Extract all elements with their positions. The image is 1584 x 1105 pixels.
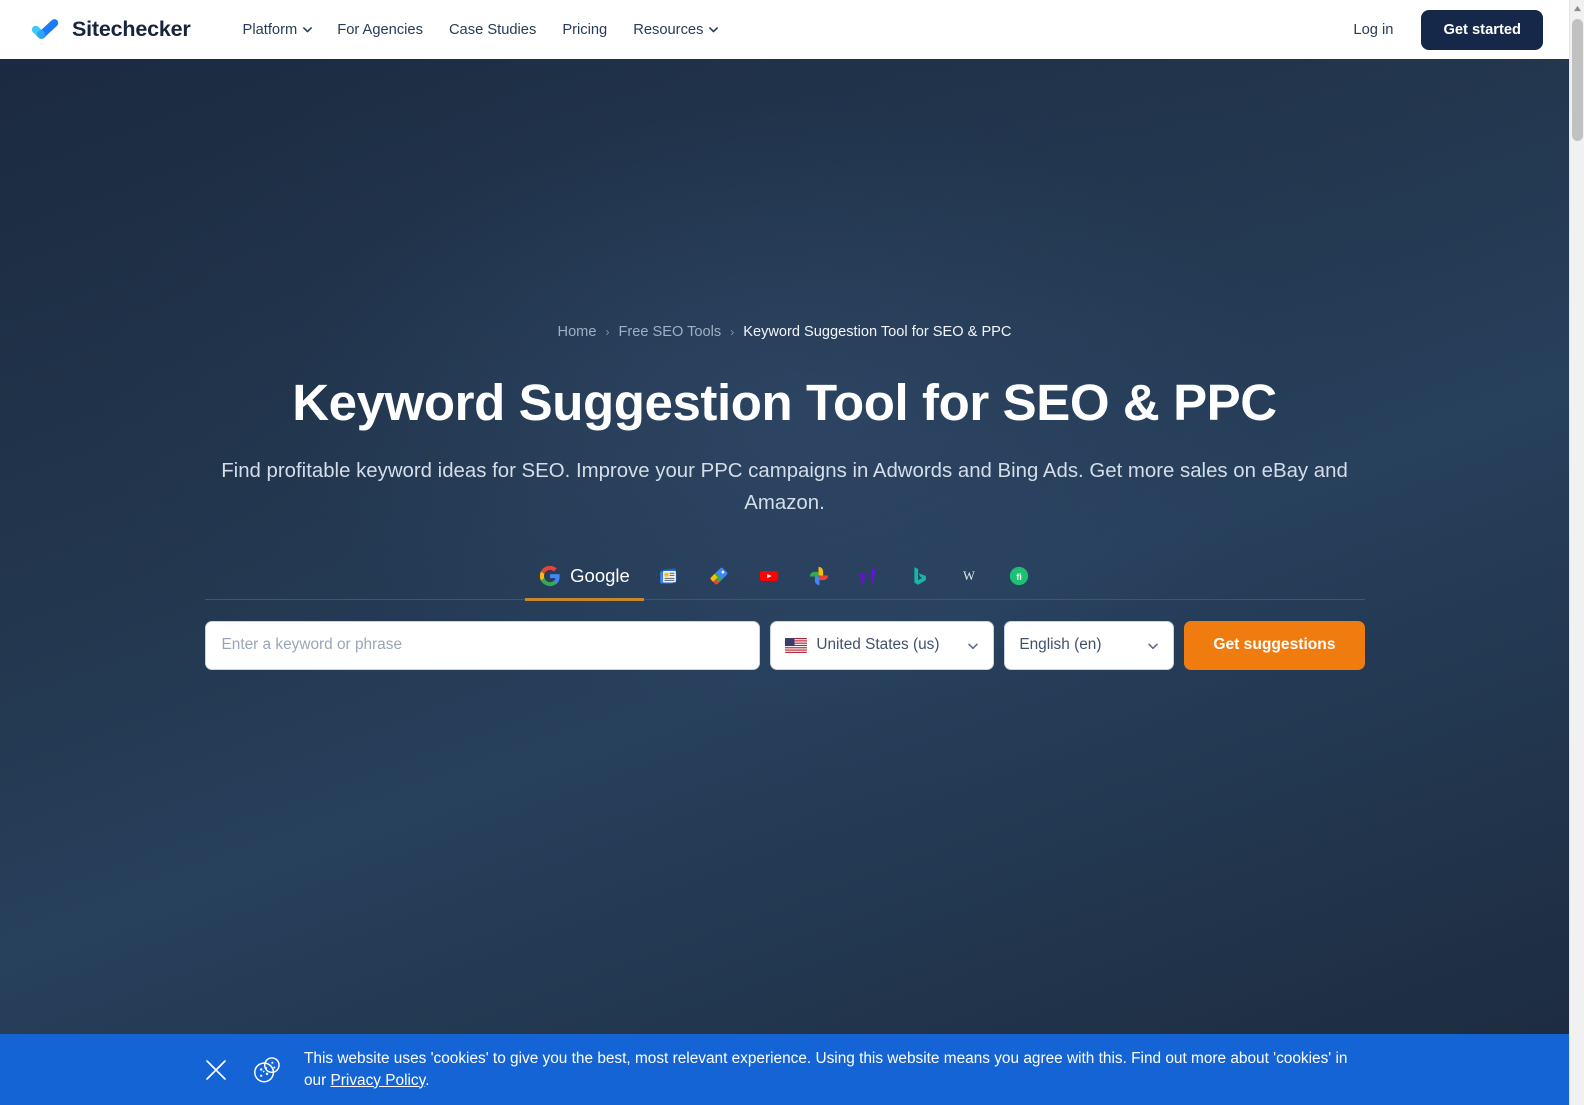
tab-bing[interactable] <box>894 559 944 601</box>
cookie-text-before: This website uses 'cookies' to give you … <box>304 1049 1348 1089</box>
language-select-value: English (en) <box>1019 636 1102 654</box>
svg-text:W: W <box>963 569 975 583</box>
tab-fiverr[interactable]: fi <box>994 559 1044 601</box>
breadcrumb-separator-icon: › <box>730 325 735 339</box>
google-news-icon <box>658 565 680 587</box>
wikipedia-icon: W <box>958 565 980 587</box>
scrollbar-thumb[interactable] <box>1572 19 1583 141</box>
nav-item-label: Resources <box>633 21 704 38</box>
chevron-down-icon <box>967 639 979 651</box>
nav-item-label: Platform <box>242 21 298 38</box>
hero-section: Home › Free SEO Tools › Keyword Suggesti… <box>0 59 1569 1035</box>
privacy-policy-link[interactable]: Privacy Policy <box>331 1072 426 1089</box>
get-started-button[interactable]: Get started <box>1421 9 1543 50</box>
brand-name: Sitechecker <box>72 17 191 41</box>
hero-content: Home › Free SEO Tools › Keyword Suggesti… <box>204 59 1365 670</box>
yahoo-icon: y <box>858 565 880 587</box>
chevron-down-icon <box>1147 639 1159 651</box>
breadcrumb-current: Keyword Suggestion Tool for SEO & PPC <box>743 324 1012 340</box>
brand-logo-link[interactable]: Sitechecker <box>31 15 191 45</box>
tab-label-google: Google <box>570 564 630 586</box>
tab-google-photos[interactable] <box>794 559 844 601</box>
page-root: Sitechecker Platform For Agencies Case S… <box>0 0 1584 1105</box>
cookie-consent-banner: This website uses 'cookies' to give you … <box>0 1034 1569 1105</box>
google-photos-icon <box>808 565 830 587</box>
country-select-value: United States (us) <box>816 636 940 654</box>
chevron-down-icon <box>708 24 719 33</box>
tab-google[interactable]: Google <box>525 559 644 601</box>
nav-item-case-studies[interactable]: Case Studies <box>449 22 536 38</box>
tab-wikipedia[interactable]: W <box>944 559 994 601</box>
bing-icon <box>908 565 930 587</box>
nav-item-pricing[interactable]: Pricing <box>562 22 607 38</box>
breadcrumb: Home › Free SEO Tools › Keyword Suggesti… <box>205 324 1365 340</box>
chevron-down-icon <box>302 24 313 33</box>
tab-youtube[interactable] <box>744 559 794 601</box>
tab-google-shopping[interactable] <box>694 559 744 601</box>
cookie-icon <box>251 1053 284 1086</box>
header-actions: Log in Get started <box>1353 9 1543 50</box>
cookie-text: This website uses 'cookies' to give you … <box>304 1048 1372 1092</box>
search-input[interactable] <box>204 620 761 670</box>
cookie-text-after: . <box>425 1071 430 1089</box>
nav-item-for-agencies[interactable]: For Agencies <box>337 22 423 38</box>
nav-item-label: Pricing <box>562 21 608 38</box>
google-icon <box>539 565 561 587</box>
nav-item-platform[interactable]: Platform <box>242 21 313 38</box>
main-nav: Platform For Agencies Case Studies Prici… <box>242 21 719 38</box>
us-flag-icon <box>785 637 808 653</box>
browser-viewport: Sitechecker Platform For Agencies Case S… <box>0 0 1569 1105</box>
breadcrumb-home[interactable]: Home <box>558 324 597 340</box>
page-scrollbar[interactable] <box>1569 0 1584 1105</box>
tab-google-news[interactable] <box>644 559 694 601</box>
breadcrumb-free-seo-tools[interactable]: Free SEO Tools <box>618 324 721 340</box>
keyword-search-form: United States (us) English (en) Get sugg… <box>204 620 1365 670</box>
country-select[interactable]: United States (us) <box>770 620 995 670</box>
tab-yahoo[interactable]: y <box>844 559 894 601</box>
get-suggestions-button[interactable]: Get suggestions <box>1184 620 1365 670</box>
site-header: Sitechecker Platform For Agencies Case S… <box>0 0 1569 59</box>
scroll-up-arrow-icon[interactable] <box>1570 0 1584 17</box>
language-select[interactable]: English (en) <box>1004 620 1175 670</box>
close-icon[interactable] <box>201 1055 231 1085</box>
checkmark-logo-icon <box>31 15 61 45</box>
fiverr-icon: fi <box>1008 565 1030 587</box>
page-subtitle: Find profitable keyword ideas for SEO. I… <box>221 460 1348 514</box>
svg-text:y: y <box>859 569 867 585</box>
svg-text:fi: fi <box>1016 572 1022 582</box>
youtube-icon <box>758 565 780 587</box>
nav-item-label: Case Studies <box>448 21 537 38</box>
page-title: Keyword Suggestion Tool for SEO & PPC <box>292 374 1277 431</box>
nav-item-label: For Agencies <box>337 21 423 38</box>
nav-item-resources[interactable]: Resources <box>633 21 719 38</box>
google-shopping-icon <box>708 565 730 587</box>
login-link[interactable]: Log in <box>1353 22 1393 38</box>
search-engine-tabs: Google y W fi <box>204 559 1365 601</box>
breadcrumb-separator-icon: › <box>605 325 610 339</box>
